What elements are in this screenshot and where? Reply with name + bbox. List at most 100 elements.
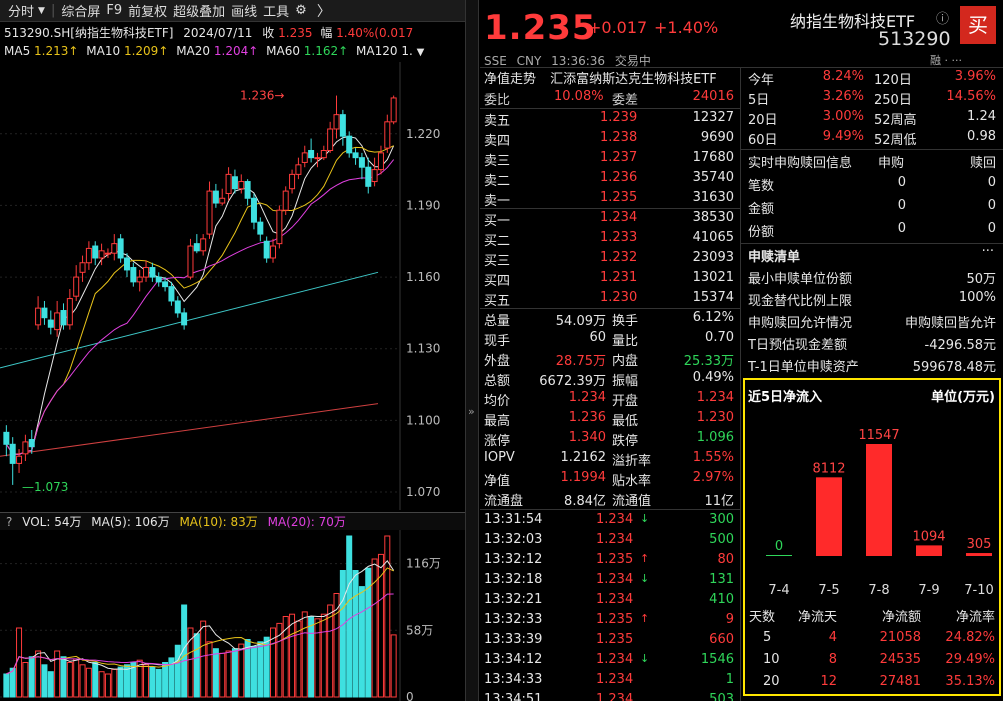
expand-icon[interactable]: » (468, 405, 475, 418)
volume-bar[interactable] (66, 662, 73, 698)
candle[interactable] (143, 260, 150, 282)
book-level-price[interactable]: 1.232 (600, 250, 637, 265)
candle[interactable] (117, 234, 124, 263)
volume-chart[interactable]: 116万 58万 0 (0, 530, 465, 701)
toolbar-item-f9[interactable]: F9 (106, 3, 122, 18)
volume-bar[interactable] (238, 643, 245, 698)
volume-bar[interactable] (314, 618, 321, 698)
volume-bar[interactable] (276, 622, 283, 698)
candle[interactable] (79, 255, 86, 282)
candle[interactable] (200, 234, 207, 256)
candle[interactable] (257, 217, 264, 242)
volume-bar[interactable] (60, 656, 67, 698)
volume-bar[interactable] (104, 673, 111, 698)
volume-bar[interactable] (358, 586, 365, 698)
volume-bar[interactable] (162, 662, 169, 698)
volume-bar[interactable] (73, 658, 80, 698)
book-level-price[interactable]: 1.236 (600, 170, 637, 185)
candle[interactable] (384, 114, 391, 153)
candle[interactable] (66, 289, 73, 330)
candlestick-chart[interactable]: 1.220 1.190 1.160 1.130 1.100 1.070 1.236→ —1.0… (0, 62, 465, 510)
book-level-price[interactable]: 1.230 (600, 290, 637, 305)
volume-bar[interactable] (257, 641, 264, 698)
book-level-price[interactable]: 1.239 (600, 110, 637, 125)
help-icon[interactable]: ? (6, 515, 12, 529)
inflow-bar-chart[interactable]: 0 7-4 8112 7-5 11547 7-8 1094 7-9 305 7-10 (745, 406, 999, 602)
book-level-price[interactable]: 1.234 (600, 210, 637, 225)
volume-bar[interactable] (219, 652, 226, 698)
candle[interactable] (16, 449, 23, 473)
volume-bar[interactable] (174, 644, 181, 698)
buy-button[interactable]: 买 (960, 6, 996, 44)
volume-bar[interactable] (200, 620, 207, 698)
book-level-price[interactable]: 1.231 (600, 270, 637, 285)
candle[interactable] (41, 300, 48, 325)
volume-bar[interactable] (111, 668, 118, 698)
toolbar-item-adjust[interactable]: 前复权 (128, 1, 167, 20)
candle[interactable] (193, 234, 200, 254)
candle[interactable] (333, 95, 340, 139)
volume-bar[interactable] (149, 666, 156, 698)
candle[interactable] (181, 308, 188, 330)
volume-bar[interactable] (28, 656, 35, 698)
volume-bar[interactable] (35, 650, 42, 698)
volume-bar[interactable] (92, 662, 99, 698)
candle[interactable] (250, 193, 257, 230)
candle[interactable] (320, 145, 327, 161)
ma-dropdown-icon[interactable]: ▼ (417, 47, 425, 58)
candle[interactable] (390, 95, 397, 125)
book-level-price[interactable]: 1.235 (600, 190, 637, 205)
toolbar-item-overview[interactable]: 综合屏 (61, 1, 100, 20)
volume-bar[interactable] (206, 641, 213, 698)
volume-bar[interactable] (327, 604, 334, 698)
candle[interactable] (377, 145, 384, 175)
candle[interactable] (244, 179, 251, 206)
inflow-bar[interactable] (766, 555, 792, 556)
tick-list[interactable]: 13:31:54 1.234 ↓ 300 13:32:03 1.234 500 13:32:1… (484, 511, 738, 701)
candle[interactable] (301, 145, 308, 168)
candle[interactable] (289, 169, 296, 194)
candle[interactable] (187, 238, 194, 280)
collapse-icon[interactable]: 〉 (317, 1, 331, 21)
candle[interactable] (85, 241, 92, 270)
dropdown-icon[interactable]: ▼ (38, 6, 45, 16)
toolbar-item-tools[interactable]: 工具 (263, 1, 289, 20)
candle[interactable] (3, 425, 10, 457)
volume-bar[interactable] (155, 668, 162, 698)
volume-bar[interactable] (22, 662, 29, 698)
candle[interactable] (92, 241, 99, 266)
settings-icon[interactable]: ⚙ (295, 3, 307, 18)
nav-row[interactable]: 净值走势 汇添富纳斯达克生物科技ETF (484, 68, 717, 87)
toolbar-item-draw[interactable]: 画线 (231, 1, 257, 20)
candle[interactable] (9, 437, 16, 485)
volume-bar[interactable] (117, 666, 124, 698)
margin-icons[interactable]: 融 · ··· (930, 52, 962, 68)
volume-bar[interactable] (289, 613, 296, 698)
book-level-price[interactable]: 1.238 (600, 130, 637, 145)
volume-bar[interactable] (47, 671, 54, 698)
candle[interactable] (282, 186, 289, 215)
info-icon[interactable]: ⓘ (936, 8, 949, 27)
volume-bar[interactable] (371, 558, 378, 698)
candle[interactable] (130, 262, 137, 287)
candle[interactable] (47, 310, 54, 335)
candle[interactable] (111, 234, 118, 261)
candle[interactable] (365, 157, 372, 194)
volume-bar[interactable] (225, 650, 232, 698)
volume-bar[interactable] (54, 650, 61, 698)
volume-bar[interactable] (193, 633, 200, 698)
volume-bar[interactable] (143, 664, 150, 698)
candle[interactable] (270, 238, 277, 263)
toolbar-item-overlay[interactable]: 超级叠加 (173, 1, 225, 20)
tab-timeshare[interactable]: 分时 (8, 1, 34, 20)
candle[interactable] (263, 236, 270, 263)
inflow-bar[interactable] (966, 553, 992, 556)
volume-bar[interactable] (339, 570, 346, 698)
volume-bar[interactable] (301, 611, 308, 698)
candle[interactable] (308, 138, 315, 163)
candle[interactable] (225, 167, 232, 201)
volume-bar[interactable] (231, 648, 238, 698)
candle[interactable] (238, 174, 245, 194)
volume-bar[interactable] (9, 667, 16, 698)
more-icon[interactable]: ··· (982, 244, 994, 259)
